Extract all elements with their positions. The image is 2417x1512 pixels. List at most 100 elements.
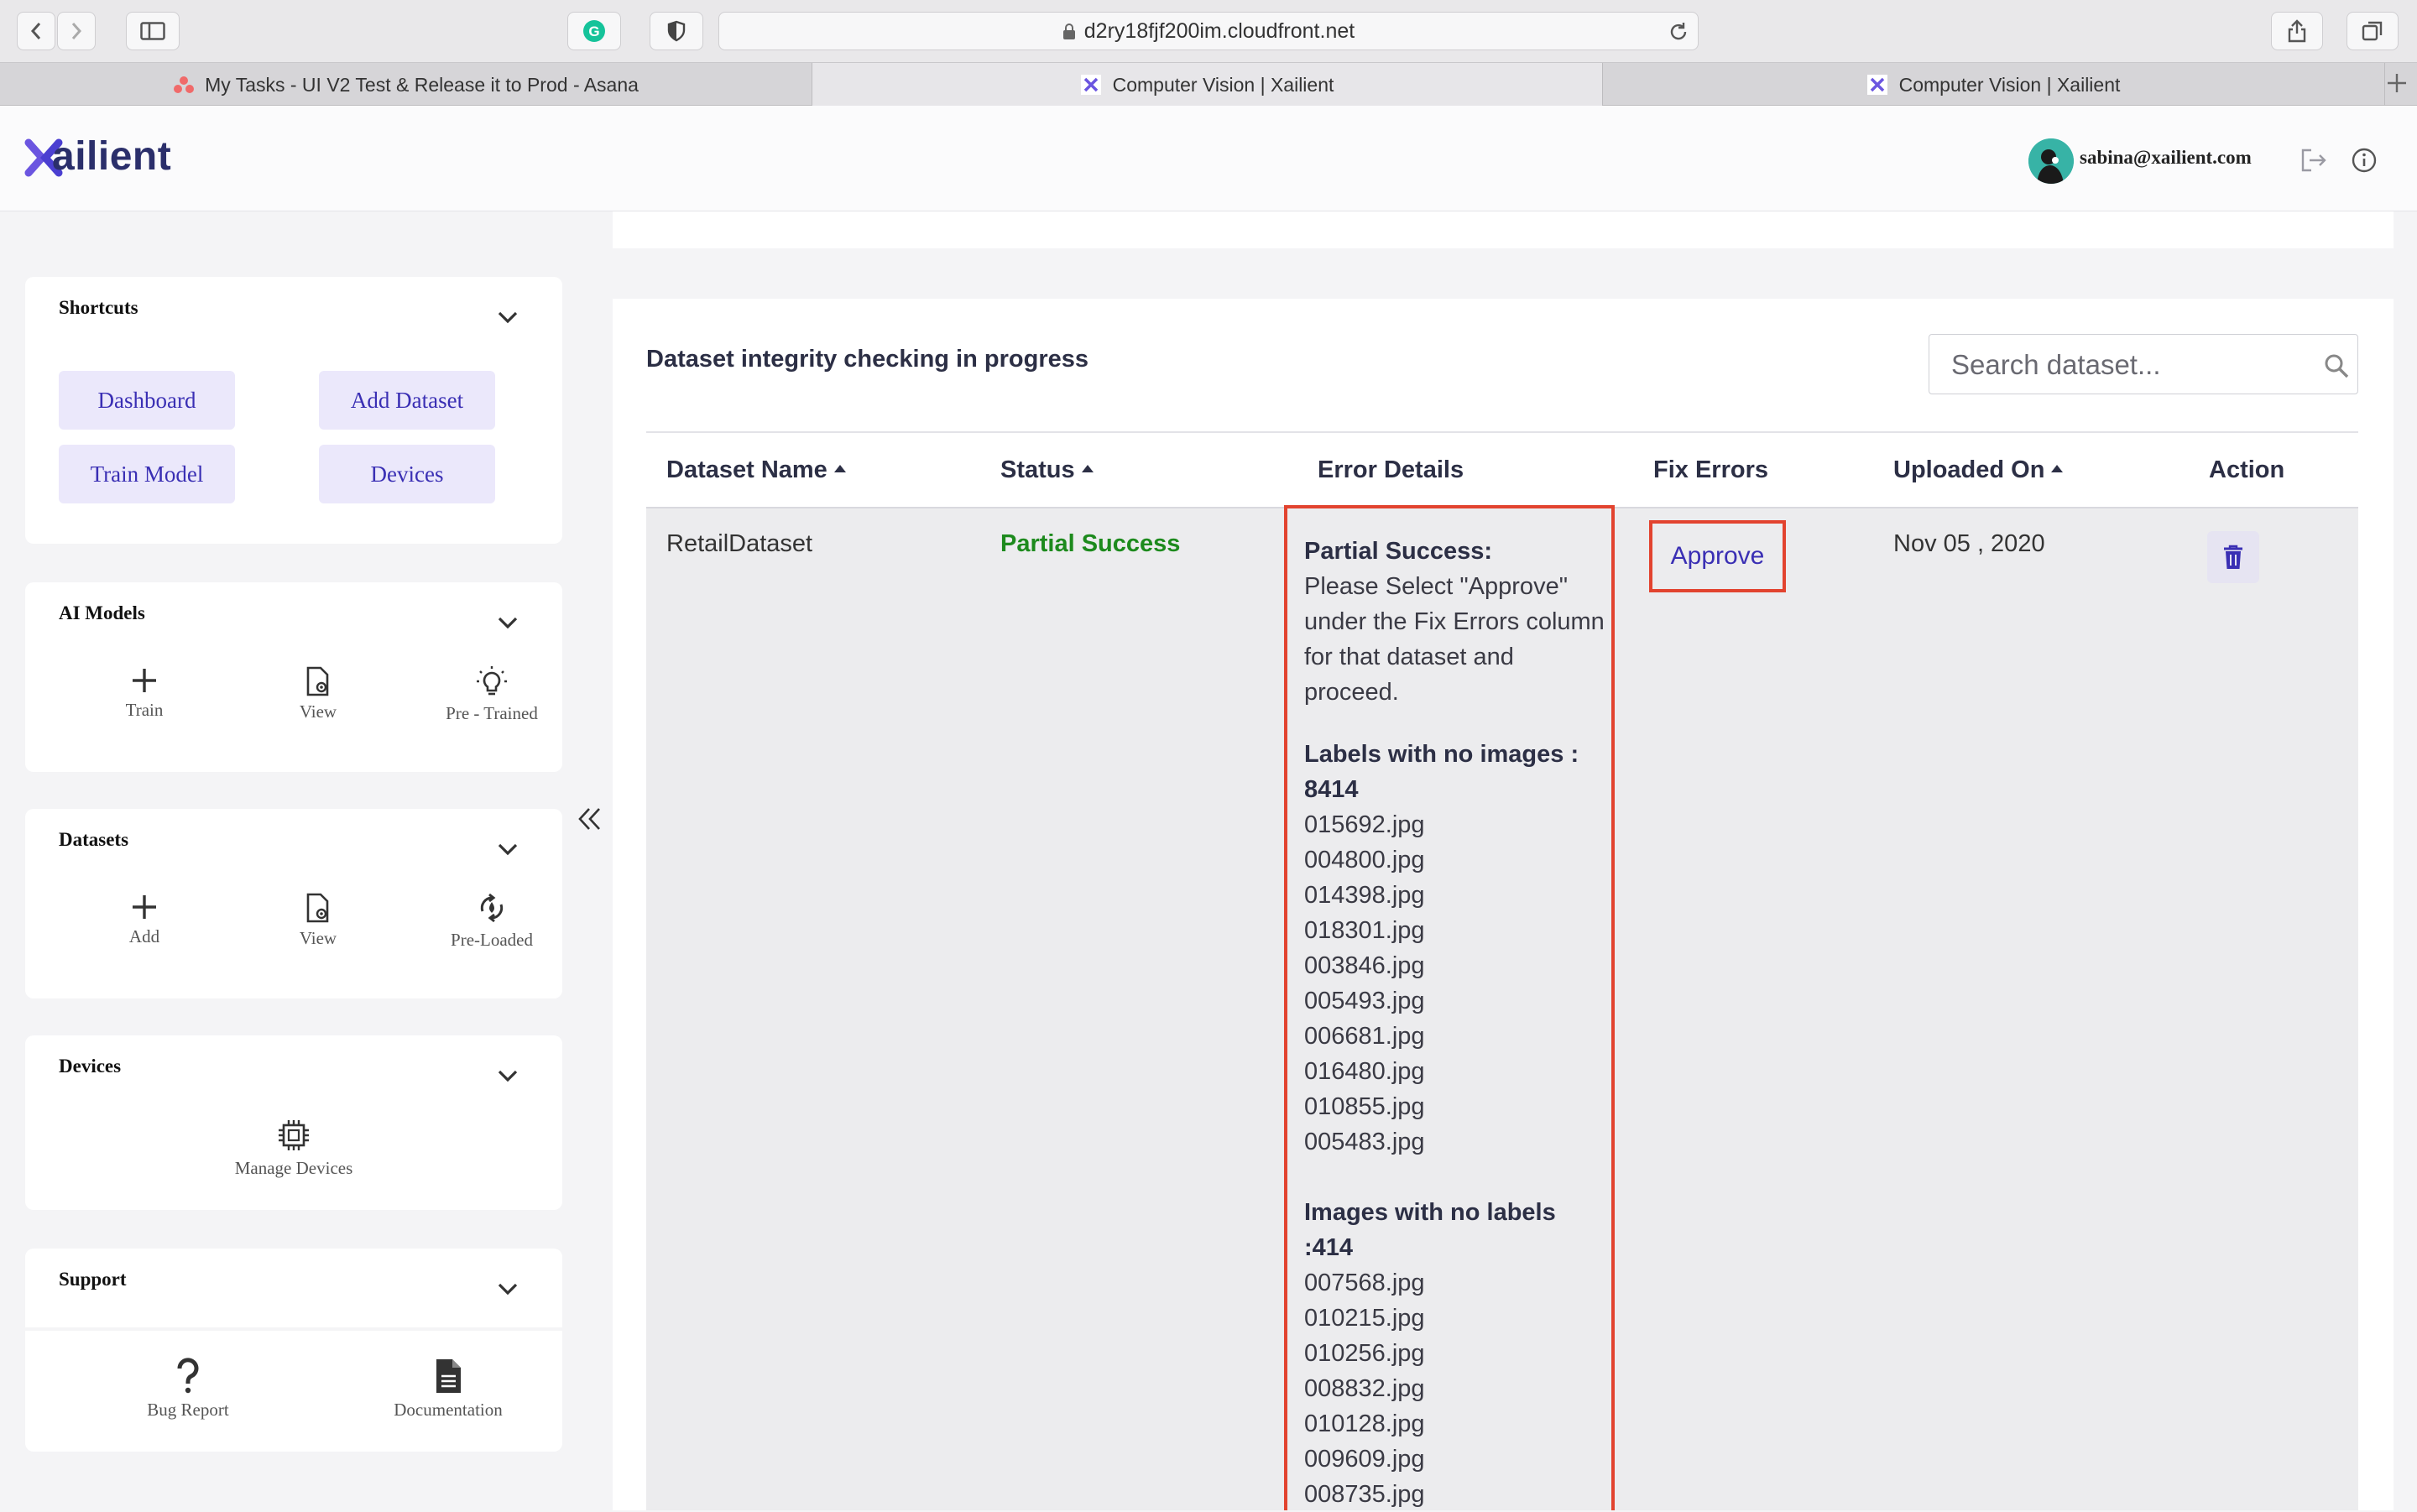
- column-status[interactable]: Status: [1000, 433, 1094, 507]
- chevron-down-icon[interactable]: [497, 842, 519, 856]
- support-documentation-item[interactable]: Documentation: [373, 1358, 524, 1421]
- sort-asc-icon[interactable]: [1081, 464, 1094, 472]
- fix-errors-cell: Approve: [1649, 520, 1786, 592]
- search-icon[interactable]: [2324, 353, 2349, 378]
- support-title: Support: [59, 1269, 127, 1290]
- svg-text:G: G: [588, 23, 599, 39]
- user-photo-icon: [2028, 138, 2074, 184]
- tab-asana[interactable]: My Tasks - UI V2 Test & Release it to Pr…: [0, 63, 812, 107]
- datasets-view-item[interactable]: View: [243, 893, 394, 949]
- asana-icon: [174, 76, 195, 93]
- dataset-search-box: [1929, 334, 2358, 395]
- status-badge: Partial Success: [1000, 530, 1181, 557]
- shortcut-devices-button[interactable]: Devices: [319, 445, 495, 503]
- approve-button[interactable]: Approve: [1652, 524, 1783, 589]
- table-header: Dataset Name Status Error Details Fix Er…: [646, 431, 2358, 508]
- shortcut-dashboard-button[interactable]: Dashboard: [59, 371, 235, 430]
- list-item: 004800.jpg: [1304, 847, 1425, 873]
- xailient-favicon-icon: [1080, 75, 1101, 95]
- url-text: d2ry18fjf200im.cloudfront.net: [719, 13, 1698, 50]
- item-label: Add: [128, 926, 160, 946]
- user-email: sabina@xailient.com: [2080, 147, 2252, 168]
- info-icon: [2352, 148, 2377, 173]
- logout-icon: [2301, 149, 2326, 172]
- item-label: Bug Report: [147, 1400, 229, 1420]
- search-input[interactable]: [1950, 335, 2305, 395]
- chevron-down-icon[interactable]: [497, 1282, 519, 1296]
- file-view-icon: [306, 893, 329, 923]
- item-label: Manage Devices: [234, 1158, 353, 1178]
- shortcut-train-model-button[interactable]: Train Model: [59, 445, 235, 503]
- column-action: Action: [2209, 433, 2284, 507]
- address-bar[interactable]: d2ry18fjf200im.cloudfront.net: [718, 12, 1699, 50]
- forward-button[interactable]: [57, 12, 96, 50]
- list-item: 006681.jpg: [1304, 1023, 1425, 1050]
- tab-computer-vision-active[interactable]: Computer Vision | Xailient: [812, 63, 1603, 107]
- column-fix-errors: Fix Errors: [1653, 433, 1768, 507]
- back-button[interactable]: [17, 12, 55, 50]
- dataset-name-cell[interactable]: RetailDataset: [666, 530, 812, 558]
- browser-toolbar: G d2ry18fjf200im.cloudfront.net: [0, 0, 2417, 62]
- shield-icon: [667, 20, 686, 42]
- ai-models-title: AI Models: [59, 602, 145, 623]
- datasets-add-item[interactable]: Add: [69, 893, 220, 947]
- error-heading: Partial Success:: [1304, 538, 1493, 565]
- list-item: 015692.jpg: [1304, 811, 1425, 838]
- info-button[interactable]: [2352, 148, 2377, 173]
- devices-manage-item[interactable]: Manage Devices: [218, 1118, 369, 1179]
- error-details-cell: Partial Success: Please Select "Approve"…: [1284, 505, 1615, 1510]
- error-message: Please Select "Approve" under the Fix Er…: [1304, 573, 1605, 706]
- datasets-pre-loaded-item[interactable]: Pre-Loaded: [416, 891, 567, 951]
- plus-icon: [133, 669, 156, 692]
- sidebar-toggle-button[interactable]: [126, 12, 180, 50]
- support-bug-report-item[interactable]: Bug Report: [112, 1358, 264, 1421]
- collapse-sidebar-button[interactable]: [576, 806, 604, 832]
- tab-overview-button[interactable]: [2347, 12, 2399, 50]
- document-icon: [436, 1359, 461, 1393]
- chevron-down-icon[interactable]: [497, 616, 519, 629]
- datasets-card: Datasets Add View Pre-Loaded: [25, 809, 562, 998]
- devices-card: Devices Manage Devices: [25, 1035, 562, 1210]
- privacy-shield-button[interactable]: [650, 12, 703, 50]
- chip-icon: [279, 1120, 309, 1150]
- lightbulb-icon: [477, 666, 507, 696]
- ai-models-pre-trained-item[interactable]: Pre - Trained: [416, 665, 567, 724]
- tab-label: Computer Vision | Xailient: [1898, 73, 2121, 96]
- tab-label: My Tasks - UI V2 Test & Release it to Pr…: [205, 73, 639, 96]
- tab-label: Computer Vision | Xailient: [1112, 73, 1334, 96]
- uploaded-on-cell: Nov 05 , 2020: [1893, 530, 2045, 557]
- sort-asc-icon[interactable]: [833, 464, 846, 472]
- item-label: Train: [125, 700, 164, 720]
- column-uploaded-on[interactable]: Uploaded On: [1893, 433, 2064, 507]
- shortcut-add-dataset-button[interactable]: Add Dataset: [319, 371, 495, 430]
- ai-models-view-item[interactable]: View: [243, 666, 394, 722]
- url-label: d2ry18fjf200im.cloudfront.net: [1083, 19, 1355, 43]
- logout-button[interactable]: [2300, 148, 2328, 173]
- avatar[interactable]: [2028, 138, 2074, 184]
- column-label: Uploaded On: [1893, 456, 2045, 483]
- new-tab-button[interactable]: [2385, 71, 2409, 95]
- shortcuts-title: Shortcuts: [59, 297, 138, 318]
- tabs-icon: [2362, 21, 2383, 41]
- tab-computer-vision[interactable]: Computer Vision | Xailient: [1603, 63, 2385, 107]
- column-dataset-name[interactable]: Dataset Name: [666, 433, 846, 507]
- sort-asc-icon[interactable]: [2051, 464, 2064, 472]
- list-item: 008832.jpg: [1304, 1375, 1425, 1402]
- reload-icon[interactable]: [1668, 21, 1689, 43]
- labels-no-images-heading: Labels with no images : 8414: [1304, 741, 1579, 803]
- chevron-down-icon[interactable]: [497, 1069, 519, 1082]
- share-button[interactable]: [2271, 12, 2323, 50]
- delete-dataset-button[interactable]: [2207, 531, 2259, 583]
- list-item: 018301.jpg: [1304, 917, 1425, 944]
- chevron-down-icon[interactable]: [497, 310, 519, 324]
- list-item: 008735.jpg: [1304, 1481, 1425, 1508]
- item-label: Pre-Loaded: [451, 930, 533, 950]
- grammarly-extension-button[interactable]: G: [567, 12, 621, 50]
- ai-models-card: AI Models Train View Pre - Trained: [25, 582, 562, 772]
- list-item: 014398.jpg: [1304, 882, 1425, 909]
- app-header: ailient sabina@xailient.com: [0, 106, 2417, 211]
- list-item: 010256.jpg: [1304, 1340, 1425, 1367]
- ai-models-train-item[interactable]: Train: [69, 666, 220, 721]
- item-label: View: [299, 928, 337, 948]
- column-label: Status: [1000, 456, 1075, 483]
